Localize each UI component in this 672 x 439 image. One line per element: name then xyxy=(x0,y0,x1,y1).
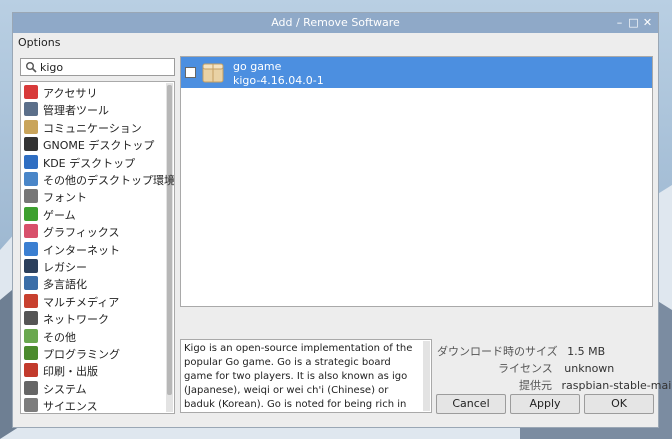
menu-bar: Options xyxy=(13,33,658,53)
games-icon xyxy=(24,206,38,221)
category-item[interactable]: 多言語化 xyxy=(24,275,164,292)
category-item[interactable]: ゲーム xyxy=(24,206,164,223)
category-label: その他のデスクトップ環境 xyxy=(43,174,175,187)
category-item[interactable]: コミュニケーション xyxy=(24,119,164,136)
publishing-icon xyxy=(24,363,38,378)
localization-icon xyxy=(24,276,38,291)
communication-icon xyxy=(24,119,38,134)
cancel-button[interactable]: Cancel xyxy=(436,394,506,414)
kde-icon xyxy=(24,154,38,169)
title-bar: Add / Remove Software – □ ✕ xyxy=(13,13,658,33)
download-size-label: ダウンロード時のサイズ xyxy=(437,345,558,358)
search-value: kigo xyxy=(40,61,64,74)
category-label: レガシー xyxy=(43,261,87,274)
category-item[interactable]: その他のデスクトップ環境 xyxy=(24,171,174,188)
category-scrollbar-thumb[interactable] xyxy=(167,85,172,395)
search-icon xyxy=(26,62,37,73)
category-scrollbar[interactable] xyxy=(166,83,173,412)
package-description: Kigo is an open-source implementation of… xyxy=(180,339,432,413)
package-name: go game xyxy=(233,60,282,73)
category-label: GNOME デスクトップ xyxy=(43,139,155,153)
graphics-icon xyxy=(24,224,38,239)
other-icon xyxy=(24,328,38,343)
package-install-checkbox[interactable] xyxy=(185,67,196,78)
category-label: インターネット xyxy=(43,243,120,257)
legacy-icon xyxy=(24,259,38,273)
description-scrollbar[interactable] xyxy=(423,341,430,411)
minimize-icon[interactable]: – xyxy=(613,16,626,29)
add-remove-software-window: Add / Remove Software – □ ✕ Options kigo… xyxy=(12,12,672,428)
category-item[interactable]: その他 xyxy=(24,328,164,345)
package-list: go game kigo-4.16.04.0-1 xyxy=(180,56,653,307)
package-box-icon xyxy=(202,63,224,83)
options-menu[interactable]: Options xyxy=(18,36,60,49)
system-icon xyxy=(24,380,38,395)
window-title: Add / Remove Software xyxy=(271,16,400,29)
category-label: ゲーム xyxy=(43,208,76,222)
category-label: マルチメディア xyxy=(43,295,120,309)
category-item[interactable]: フォント xyxy=(24,188,164,205)
license-label: ライセンス xyxy=(498,362,553,375)
provider-value: raspbian-stable-main xyxy=(561,379,672,392)
gnome-icon xyxy=(24,137,38,152)
network-icon xyxy=(24,311,38,326)
category-item[interactable]: レガシー xyxy=(24,258,164,275)
category-item[interactable]: GNOME デスクトップ xyxy=(24,136,164,153)
category-item[interactable]: アクセサリ xyxy=(24,84,164,101)
category-label: グラフィックス xyxy=(43,226,120,240)
category-item[interactable]: ネットワーク xyxy=(24,310,164,327)
programming-icon xyxy=(24,346,38,360)
close-icon[interactable]: ✕ xyxy=(641,16,654,29)
category-item[interactable]: マルチメディア xyxy=(24,293,164,310)
admin-tools-icon xyxy=(24,102,38,117)
category-label: サイエンス xyxy=(43,400,98,414)
category-item[interactable]: プログラミング xyxy=(24,345,164,362)
ok-button[interactable]: OK xyxy=(584,394,654,414)
category-item[interactable]: サイエンス xyxy=(24,397,164,414)
desktop-icon xyxy=(24,172,38,186)
package-row[interactable]: go game kigo-4.16.04.0-1 xyxy=(181,57,652,88)
maximize-icon[interactable]: □ xyxy=(627,16,640,29)
category-item[interactable]: グラフィックス xyxy=(24,223,164,240)
license-value: unknown xyxy=(564,362,615,375)
category-label: プログラミング xyxy=(43,348,120,361)
category-label: 管理者ツール xyxy=(43,104,109,118)
category-list: アクセサリ管理者ツールコミュニケーション GNOME デスクトップ KDE デスクト… xyxy=(20,81,175,414)
category-label: ネットワーク xyxy=(43,313,109,327)
category-item[interactable]: インターネット xyxy=(24,241,164,258)
category-label: 多言語化 xyxy=(43,278,87,292)
category-label: 印刷・出版 xyxy=(43,365,98,379)
category-label: システム xyxy=(43,382,87,396)
license-row: ライセンス unknown xyxy=(498,360,614,376)
accessories-icon xyxy=(24,85,38,99)
download-size-value: 1.5 MB xyxy=(567,345,606,358)
multimedia-icon xyxy=(24,293,38,308)
category-item[interactable]: 管理者ツール xyxy=(24,101,164,118)
category-item[interactable]: 印刷・出版 xyxy=(24,362,164,379)
description-text: Kigo is an open-source implementation of… xyxy=(184,343,413,410)
font-icon xyxy=(24,189,38,204)
category-item[interactable]: KDE デスクトップ xyxy=(24,154,164,171)
internet-icon xyxy=(24,241,38,256)
category-item[interactable]: システム xyxy=(24,380,164,397)
apply-button[interactable]: Apply xyxy=(510,394,580,414)
provider-row: 提供元 raspbian-stable-main xyxy=(519,377,672,393)
package-version: kigo-4.16.04.0-1 xyxy=(233,74,324,87)
category-label: その他 xyxy=(43,330,76,344)
download-size-row: ダウンロード時のサイズ 1.5 MB xyxy=(437,343,605,359)
category-label: KDE デスクトップ xyxy=(43,156,136,170)
category-label: アクセサリ xyxy=(43,87,98,100)
category-label: フォント xyxy=(43,191,87,205)
science-icon xyxy=(24,398,38,413)
search-input[interactable]: kigo xyxy=(20,58,175,76)
category-label: コミュニケーション xyxy=(43,121,142,135)
provider-label: 提供元 xyxy=(519,379,552,392)
